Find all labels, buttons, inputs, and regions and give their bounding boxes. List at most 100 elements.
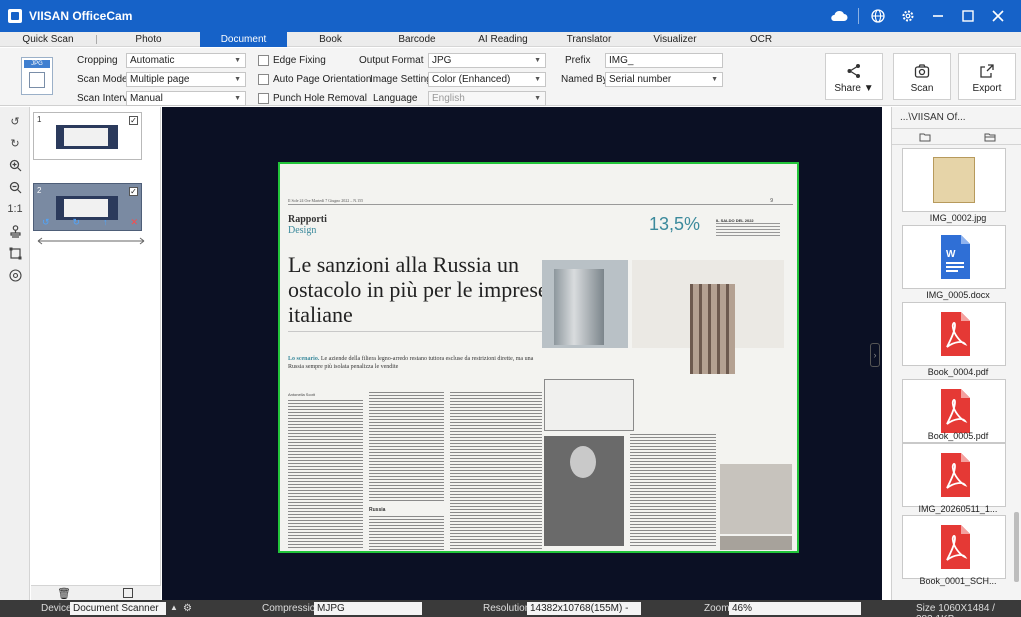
globe-icon[interactable]	[863, 0, 893, 32]
device-label: Device	[41, 603, 72, 614]
crop-icon[interactable]	[7, 245, 23, 261]
doc-subsection: Design	[288, 225, 317, 236]
tab-barcode[interactable]: Barcode	[374, 32, 460, 47]
punch-hole-removal-checkbox[interactable]	[258, 93, 269, 104]
file-item[interactable]: W	[902, 225, 1006, 289]
tab-book[interactable]: Book	[287, 32, 374, 47]
edge-fixing-checkbox[interactable]	[258, 55, 269, 66]
settings-icon[interactable]	[7, 267, 23, 283]
export-button[interactable]: Export	[958, 53, 1016, 100]
cropping-select[interactable]: Automatic ▼	[126, 53, 246, 68]
rotate-right-icon[interactable]: ↻	[73, 217, 81, 227]
share-button[interactable]: Share ▼	[825, 53, 883, 100]
scan-interval-select[interactable]: Manual ▼	[126, 91, 246, 106]
collapse-panel-handle[interactable]: ›	[870, 343, 880, 367]
app-logo-icon	[8, 9, 22, 23]
thumbnail-size-slider[interactable]	[36, 237, 146, 245]
cloud-icon[interactable]	[824, 0, 854, 32]
file-name: Book_0001_SCH...	[919, 576, 997, 586]
image-file-icon	[933, 157, 975, 203]
zoom-out-icon[interactable]	[7, 179, 23, 195]
close-icon[interactable]	[983, 0, 1013, 32]
rotate-left-icon[interactable]: ↺	[7, 113, 23, 129]
tab-translator[interactable]: Translator	[546, 32, 632, 47]
resolution-label: Resolution	[483, 603, 531, 614]
open-folder-icon[interactable]	[892, 129, 957, 144]
page-thumbnail-selected[interactable]: 2 ✓ ↺ ↻ ↑ ✕	[33, 183, 142, 231]
folder-buttons	[892, 128, 1021, 145]
doc-photo	[720, 464, 792, 534]
tab-photo[interactable]: Photo	[97, 32, 200, 47]
file-item[interactable]	[902, 148, 1006, 212]
chevron-down-icon: ▼	[234, 76, 241, 83]
chevron-down-icon: ▼	[711, 76, 718, 83]
export-icon	[980, 64, 994, 78]
tab-document[interactable]: Document	[200, 31, 287, 47]
page-thumbnail[interactable]: 1 ✓	[33, 112, 142, 160]
chevron-down-icon: ▼	[534, 76, 541, 83]
named-by-select[interactable]: Serial number ▼	[605, 72, 723, 87]
image-settings-label: Image Settings	[370, 74, 437, 85]
doc-stat: 13,5%	[649, 214, 701, 234]
scan-mode-label: Scan Mode	[77, 74, 128, 85]
tab-quick-scan[interactable]: Quick Scan	[0, 32, 96, 47]
auto-page-orientation-checkbox[interactable]	[258, 74, 269, 85]
resolution-select[interactable]: 14382x10768(155M) - 600dpi	[527, 602, 641, 617]
image-icon	[29, 72, 45, 88]
move-up-icon[interactable]: ↑	[103, 217, 108, 227]
compression-label: Compression	[262, 603, 321, 614]
tab-ocr[interactable]: OCR	[718, 32, 804, 47]
rotate-right-icon[interactable]: ↻	[7, 135, 23, 151]
stamp-icon[interactable]	[7, 223, 23, 239]
title-bar: VIISAN OfficeCam	[0, 0, 1021, 32]
pdf-file-icon	[941, 453, 970, 497]
image-settings-select[interactable]: Color (Enhanced) ▼	[428, 72, 546, 87]
file-name: IMG_0002.jpg	[929, 213, 987, 223]
file-list-scrollbar[interactable]	[1014, 512, 1019, 582]
mode-tabs: Quick Scan Photo Document Book Barcode A…	[0, 31, 1021, 47]
scan-preview-viewer[interactable]: Il Sole 24 Ore Martedì 7 Giugno 2022 – N…	[162, 107, 882, 600]
delete-icon[interactable]: ✕	[130, 217, 138, 227]
device-settings-icon[interactable]: ⚙	[183, 603, 192, 614]
page-number: 1	[37, 115, 42, 124]
file-item[interactable]	[902, 443, 1006, 507]
output-files-pane: ...\VIISAN Of... IMG_0002.jpg W IMG_0005…	[891, 107, 1021, 600]
format-badge: JPG	[24, 60, 50, 68]
device-dropdown-arrow-icon[interactable]: ▲	[170, 603, 178, 612]
file-item[interactable]	[902, 302, 1006, 366]
rotate-left-icon[interactable]: ↺	[42, 217, 50, 227]
change-folder-icon[interactable]	[957, 129, 1021, 144]
zoom-in-icon[interactable]	[7, 157, 23, 173]
prefix-input[interactable]: IMG_	[605, 53, 723, 68]
doc-header: Il Sole 24 Ore Martedì 7 Giugno 2022 – N…	[288, 198, 364, 203]
doc-section: Rapporti	[288, 214, 327, 225]
tab-visualizer[interactable]: Visualizer	[632, 32, 718, 47]
compression-select[interactable]: MJPG	[314, 602, 422, 615]
tab-ai-reading[interactable]: AI Reading	[460, 32, 546, 47]
minimize-icon[interactable]	[923, 0, 953, 32]
pdf-file-icon	[941, 525, 970, 569]
scan-mode-select[interactable]: Multiple page ▼	[126, 72, 246, 87]
file-name: Book_0005.pdf	[927, 431, 989, 441]
file-item[interactable]	[902, 515, 1006, 579]
auto-page-orientation-label: Auto Page Orientation	[273, 74, 372, 85]
copy-icon[interactable]	[123, 588, 133, 598]
file-name: IMG_20260511_1...	[918, 504, 998, 514]
output-format-select[interactable]: JPG ▼	[428, 53, 546, 68]
gear-icon[interactable]	[893, 0, 923, 32]
docx-file-icon: W	[941, 235, 970, 279]
actual-size-icon[interactable]: 1:1	[7, 201, 23, 217]
device-select[interactable]: Document Scanner #1	[70, 602, 166, 617]
doc-photo	[544, 379, 634, 431]
zoom-label: Zoom	[704, 603, 730, 614]
page-checkbox[interactable]: ✓	[129, 187, 138, 196]
trash-icon[interactable]: 🗑	[57, 587, 71, 600]
file-name: IMG_0005.docx	[926, 290, 990, 300]
maximize-icon[interactable]	[953, 0, 983, 32]
doc-box-title: Russia	[369, 507, 386, 513]
scan-button[interactable]: Scan	[893, 53, 951, 100]
zoom-select[interactable]: 46%	[729, 602, 861, 615]
page-number: 2	[37, 186, 42, 195]
captured-document[interactable]: Il Sole 24 Ore Martedì 7 Giugno 2022 – N…	[278, 162, 799, 553]
page-checkbox[interactable]: ✓	[129, 116, 138, 125]
